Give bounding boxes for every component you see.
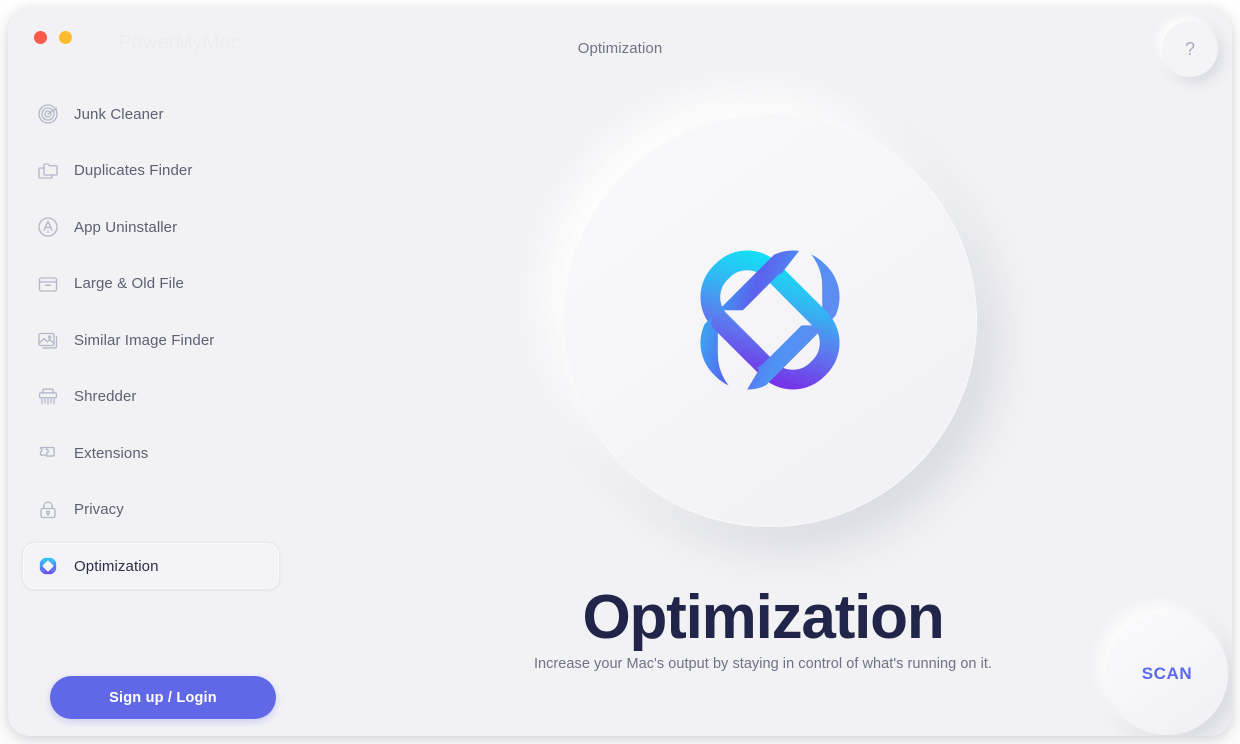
sidebar-item-label: Duplicates Finder <box>74 162 193 179</box>
sidebar-item-label: App Uninstaller <box>74 218 178 236</box>
sidebar-item-junk-cleaner[interactable]: Junk Cleaner <box>22 90 280 138</box>
page-title: Optimization <box>577 40 663 57</box>
sidebar-item-privacy[interactable]: Privacy <box>22 486 280 534</box>
app-uninstaller-icon <box>35 214 61 240</box>
sidebar-item-shredder[interactable]: Shredder <box>22 373 280 421</box>
sidebar-item-app-uninstaller[interactable]: App Uninstaller <box>22 203 280 251</box>
sidebar-item-label: Optimization <box>74 557 159 575</box>
sidebar-item-extensions[interactable]: Extensions <box>22 429 280 477</box>
optimization-knot-logo <box>700 250 840 390</box>
duplicates-finder-icon <box>35 158 61 184</box>
large-old-file-icon <box>35 271 61 297</box>
sidebar-item-duplicates-finder[interactable]: Duplicates Finder <box>22 147 280 195</box>
similar-image-finder-icon <box>35 327 61 353</box>
scan-button-label: SCAN <box>1141 664 1193 683</box>
app-window: PowerMyMac Optimization ? Junk Cleaner D… <box>8 8 1232 736</box>
hero-logo-circle <box>563 113 977 527</box>
sidebar-item-label: Junk Cleaner <box>74 105 164 123</box>
help-button[interactable]: ? <box>1162 21 1218 77</box>
sidebar-item-label: Shredder <box>74 388 137 405</box>
sidebar: Junk Cleaner Duplicates Finder App Unins… <box>8 84 294 736</box>
sidebar-item-label: Extensions <box>74 444 149 462</box>
optimization-icon <box>35 553 61 579</box>
sidebar-nav-list: Junk Cleaner Duplicates Finder App Unins… <box>22 90 280 599</box>
sidebar-item-similar-image-finder[interactable]: Similar Image Finder <box>22 316 280 364</box>
question-mark-icon: ? <box>1184 39 1195 59</box>
sidebar-item-label: Privacy <box>74 501 124 518</box>
hero-heading: Optimization <box>582 583 944 652</box>
title-bar: PowerMyMac Optimization ? <box>8 8 1232 84</box>
shredder-icon <box>35 384 61 410</box>
hero-subtitle: Increase your Mac's output by staying in… <box>533 656 993 672</box>
extensions-icon <box>35 440 61 466</box>
sidebar-item-label: Large & Old File <box>74 275 184 292</box>
junk-cleaner-icon <box>35 101 61 127</box>
sidebar-item-label: Similar Image Finder <box>74 331 215 349</box>
main-content: Optimization Increase your Mac's output … <box>294 84 1232 736</box>
sidebar-item-optimization[interactable]: Optimization <box>22 542 280 590</box>
scan-button[interactable]: SCAN <box>1106 613 1228 735</box>
signup-login-button[interactable]: Sign up / Login <box>50 676 276 719</box>
privacy-icon <box>35 497 61 523</box>
sidebar-item-large-old-file[interactable]: Large & Old File <box>22 260 280 308</box>
